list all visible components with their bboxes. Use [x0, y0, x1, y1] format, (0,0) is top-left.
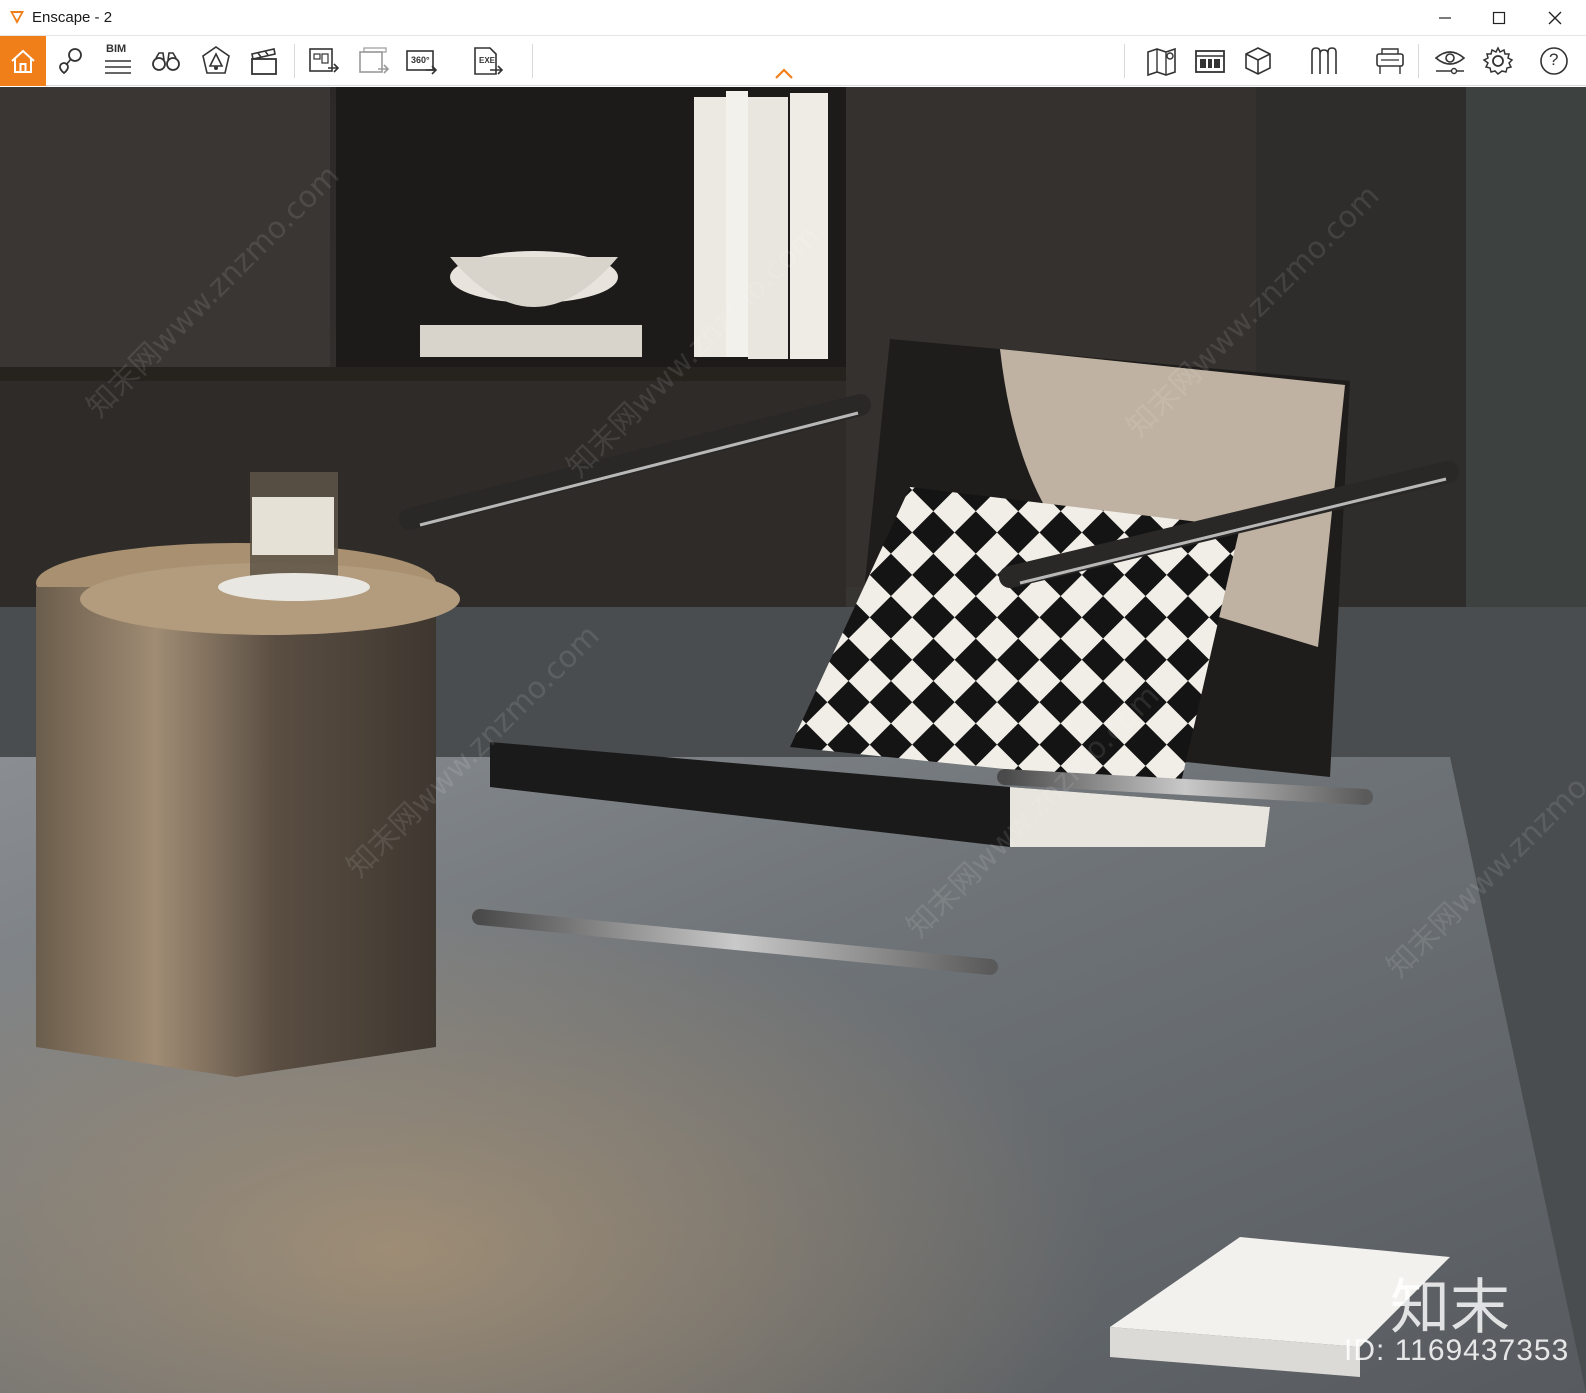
walk-mode-button[interactable]	[144, 39, 188, 83]
cube-button[interactable]	[1236, 39, 1280, 83]
settings-gear-icon	[1482, 46, 1514, 75]
visual-settings-button[interactable]	[1428, 39, 1472, 83]
minimize-icon	[1439, 17, 1451, 19]
panorama-button[interactable]: 360°	[400, 39, 444, 83]
help-button[interactable]: ?	[1532, 39, 1576, 83]
render-image-icon	[309, 48, 340, 73]
settings-button[interactable]	[1476, 39, 1520, 83]
maximize-button[interactable]	[1472, 0, 1526, 36]
close-icon	[1548, 11, 1562, 25]
maximize-icon	[1492, 11, 1506, 25]
export-exe-label: EXE	[479, 56, 496, 65]
batch-render-button[interactable]	[352, 39, 396, 83]
toolbar-separator	[294, 44, 295, 78]
asset-library-button[interactable]	[194, 39, 238, 83]
render-viewport[interactable]: 知末网www.znzmo.com 知末网www.znzmo.com 知末网www…	[0, 87, 1586, 1393]
cube-icon	[1245, 47, 1271, 75]
visual-settings-icon	[1434, 51, 1466, 75]
video-editor-button[interactable]	[242, 39, 286, 83]
close-button[interactable]	[1528, 0, 1582, 36]
window-title: Enscape - 2	[32, 9, 113, 26]
export-exe-button[interactable]: EXE	[466, 39, 510, 83]
view-management-button[interactable]	[48, 39, 92, 83]
home-icon	[11, 49, 35, 73]
vr-headset-button[interactable]	[1368, 39, 1412, 83]
bim-button[interactable]: BIM	[96, 39, 140, 83]
toolbar-separator	[1124, 44, 1125, 78]
map-pin-icon	[59, 48, 82, 75]
minimize-button[interactable]	[1418, 0, 1472, 36]
render-image-button[interactable]	[302, 39, 346, 83]
binoculars-icon	[152, 52, 180, 71]
map-button[interactable]	[1140, 39, 1184, 83]
web-standalone-icon	[1311, 47, 1337, 74]
views-panel-button[interactable]	[1188, 39, 1232, 83]
batch-render-icon	[359, 47, 390, 74]
watermark-logo: 知末	[1390, 1273, 1510, 1343]
web-standalone-button[interactable]	[1302, 39, 1346, 83]
chevron-up-icon	[775, 68, 793, 79]
clapperboard-icon	[251, 48, 277, 75]
map-icon	[1147, 47, 1176, 77]
home-button[interactable]	[0, 36, 46, 86]
collapse-toolbar-button[interactable]	[772, 66, 796, 82]
help-label: ?	[1549, 50, 1559, 69]
asset-library-icon	[202, 46, 230, 74]
enscape-logo-icon	[10, 11, 24, 24]
title-bar: Enscape - 2	[0, 0, 1586, 36]
toolbar-separator	[1418, 44, 1419, 78]
bim-label: BIM	[106, 43, 127, 55]
watermark-id: ID: 1169437353	[1344, 1334, 1570, 1367]
views-panel-icon	[1195, 50, 1225, 73]
panorama-label: 360°	[411, 55, 430, 65]
vr-headset-icon	[1376, 48, 1404, 74]
toolbar-separator	[532, 44, 533, 78]
